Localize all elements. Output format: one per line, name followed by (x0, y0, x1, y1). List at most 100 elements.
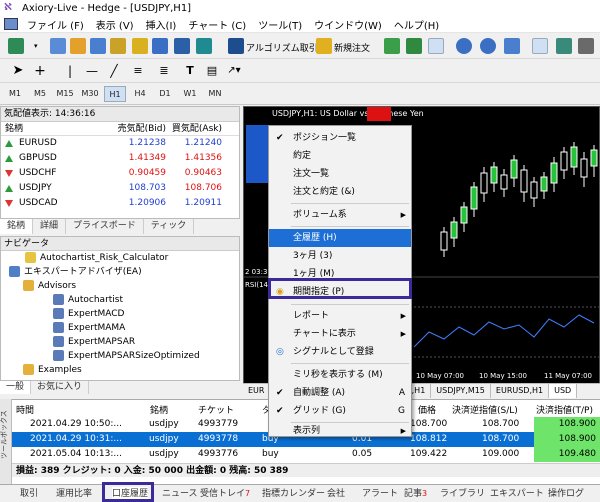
tab-ticks[interactable]: ティック (144, 219, 195, 234)
zoom-in-icon[interactable] (456, 38, 472, 54)
chart-tab[interactable]: USD (549, 384, 578, 398)
chart-tab[interactable]: EUR (243, 384, 271, 398)
tab-articles[interactable]: 記事3 (404, 487, 427, 501)
new-order-icon[interactable] (316, 38, 332, 54)
menu-help[interactable]: ヘルプ(H) (388, 17, 445, 32)
menu-item-columns[interactable]: 表示列 ▶ (269, 424, 411, 438)
arrows-icon[interactable]: ↗▾ (226, 63, 242, 79)
col-price[interactable]: 価格 (418, 403, 436, 416)
menu-item-report[interactable]: レポート ▶ (269, 307, 411, 325)
timeframe-w1[interactable]: W1 (179, 86, 201, 102)
line-chart-icon[interactable] (428, 38, 444, 54)
chart-window-icon[interactable] (4, 18, 18, 30)
menu-item-3-months[interactable]: 3ヶ月 (3) (269, 247, 411, 265)
terminal-icon[interactable] (132, 38, 148, 54)
trendline-icon[interactable]: ╱ (106, 63, 122, 79)
col-sl[interactable]: 決済逆指値(S/L) (452, 403, 518, 416)
nav-item-ea[interactable]: エキスパートアドバイザ(EA) (9, 265, 142, 279)
tab-symbols[interactable]: 銘柄 (0, 219, 34, 234)
chart-tab[interactable]: EURUSD,H1 (491, 384, 550, 398)
tab-details[interactable]: 詳細 (33, 219, 67, 234)
symbol-row-usdcad[interactable]: USDCAD 1.20906 1.20911 (1, 196, 239, 211)
elliott-icon[interactable]: ≡ (130, 63, 146, 79)
menu-item-positions[interactable]: ✔ ポジション一覧 (269, 129, 411, 147)
nav-item[interactable]: Autochartist_Risk_Calculator (25, 251, 168, 265)
zoom-out-icon[interactable] (480, 38, 496, 54)
chart-tab[interactable]: USDJPY,M15 (431, 384, 491, 398)
nav-item-examples[interactable]: Examples (23, 363, 82, 377)
menu-file[interactable]: ファイル (F) (21, 17, 90, 32)
tab-library[interactable]: ライブラリ (440, 487, 485, 501)
timeframe-h4[interactable]: H4 (129, 86, 151, 102)
col-bid[interactable]: 売気配(Bid) (113, 122, 169, 135)
timeframe-d1[interactable]: D1 (154, 86, 176, 102)
candlestick-icon[interactable] (406, 38, 422, 54)
timeframe-m5[interactable]: M5 (29, 86, 51, 102)
navigator-icon[interactable] (110, 38, 126, 54)
menu-tools[interactable]: ツール(T) (252, 17, 308, 32)
col-symbol[interactable]: 銘柄 (150, 403, 168, 416)
symbol-row-gbpusd[interactable]: GBPUSD 1.41349 1.41356 (1, 151, 239, 166)
nav-item[interactable]: ExpertMAPSARSizeOptimized (53, 349, 200, 363)
dropdown-arrow-icon[interactable]: ▾ (34, 38, 44, 54)
menu-item-register-signal[interactable]: ◎ シグナルとして登録 (269, 343, 411, 361)
text-label-icon[interactable]: ▤ (204, 63, 220, 79)
tab-calendar[interactable]: 指標カレンダー (262, 487, 325, 501)
data-window-icon[interactable] (90, 38, 106, 54)
menu-item-deals[interactable]: 約定 (269, 147, 411, 165)
autoscroll-icon[interactable] (532, 38, 548, 54)
nav-item[interactable]: ExpertMACD (53, 307, 124, 321)
col-symbol[interactable]: 銘柄 (1, 122, 113, 135)
fibonacci-icon[interactable]: ≣ (156, 63, 172, 79)
profiles-icon[interactable] (50, 38, 66, 54)
bar-chart-icon[interactable] (384, 38, 400, 54)
col-ask[interactable]: 買気配(Ask) (169, 122, 225, 135)
menu-item-grid[interactable]: ✔ グリッド (G) G (269, 402, 411, 420)
symbol-row-eurusd[interactable]: EURUSD 1.21238 1.21240 (1, 136, 239, 151)
menu-item-all-history[interactable]: 全履歴 (H) (269, 229, 411, 247)
tab-mailbox[interactable]: 受信トレイ7 (200, 487, 250, 501)
tab-price-board[interactable]: プライスボード (66, 219, 144, 234)
metaeditor-icon[interactable] (174, 38, 190, 54)
vertical-line-icon[interactable]: | (62, 63, 78, 79)
tab-news[interactable]: ニュース (162, 487, 198, 501)
timeframe-m30[interactable]: M30 (79, 86, 101, 102)
tile-windows-icon[interactable] (504, 38, 520, 54)
new-order-button[interactable]: 新規注文 (334, 41, 370, 54)
symbol-row-usdjpy[interactable]: USDJPY 108.703 108.706 (1, 181, 239, 196)
horizontal-line-icon[interactable]: — (84, 63, 100, 79)
table-row[interactable]: 2021.05.04 10:13:... usdjpy 4993776 buy … (12, 447, 600, 462)
timeframe-m15[interactable]: M15 (54, 86, 76, 102)
algo-trading-icon[interactable] (228, 38, 244, 54)
tab-general[interactable]: 一般 (0, 381, 32, 394)
nav-item[interactable]: Autochartist (53, 293, 123, 307)
symbol-row-usdchf[interactable]: USDCHF 0.90459 0.90463 (1, 166, 239, 181)
tab-trade[interactable]: 取引 (20, 487, 38, 501)
tab-company[interactable]: 会社 (327, 487, 345, 501)
new-chart-icon[interactable] (8, 38, 24, 54)
crosshair-icon[interactable]: + (32, 63, 48, 79)
timeframe-h1[interactable]: H1 (104, 86, 126, 102)
menu-item-orders[interactable]: 注文一覧 (269, 165, 411, 183)
strategy-tester-icon[interactable] (152, 38, 168, 54)
nav-item[interactable]: ExpertMAMA (53, 321, 125, 335)
menu-insert[interactable]: 挿入(I) (140, 17, 183, 32)
indicators-icon[interactable] (578, 38, 594, 54)
col-tp[interactable]: 決済指値(T/P) (536, 403, 593, 416)
tab-exposure[interactable]: 運用比率 (56, 487, 92, 501)
timeframe-m1[interactable]: M1 (4, 86, 26, 102)
menu-window[interactable]: ウインドウ(W) (308, 17, 388, 32)
menu-item-volume[interactable]: ボリューム系 ▶ (269, 206, 411, 224)
menu-item-orders-deals[interactable]: 注文と約定 (&) (269, 183, 411, 201)
chart-shift-icon[interactable] (556, 38, 572, 54)
signals-icon[interactable] (196, 38, 212, 54)
tab-favorites[interactable]: お気に入り (31, 381, 90, 394)
market-watch-icon[interactable] (70, 38, 86, 54)
tab-experts[interactable]: エキスパート (490, 487, 544, 501)
algo-trading-button[interactable]: アルゴリズム取引 (246, 41, 318, 54)
menu-item-auto-arrange[interactable]: ✔ 自動調整 (A) A (269, 384, 411, 402)
menu-item-show-ms[interactable]: ミリ秒を表示する (M) (269, 366, 411, 384)
nav-item[interactable]: ExpertMAPSAR (53, 335, 135, 349)
menu-chart[interactable]: チャート (C) (182, 17, 252, 32)
col-time[interactable]: 時間 (16, 403, 34, 416)
